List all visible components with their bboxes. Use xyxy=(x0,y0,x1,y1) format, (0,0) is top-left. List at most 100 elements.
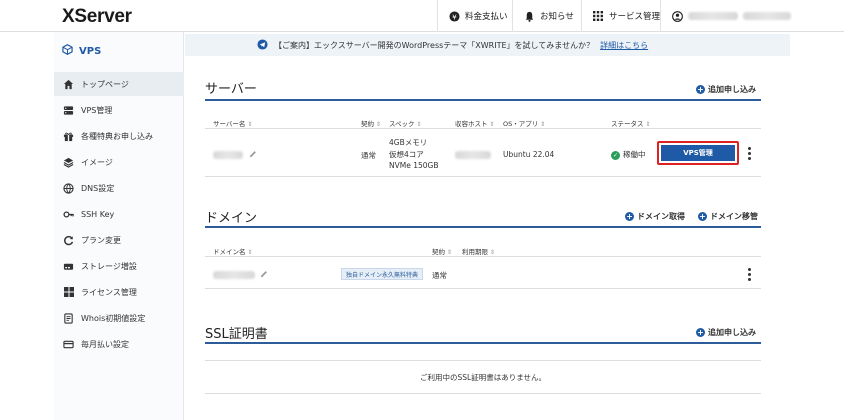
domain-section-title: ドメイン xyxy=(205,211,258,226)
grid-icon xyxy=(592,10,604,22)
ssl-add-label: 追加申し込み xyxy=(708,328,756,337)
vps-cube-icon xyxy=(62,44,73,58)
sidebar-item-label: トップページ xyxy=(81,79,129,89)
edit-pencil-icon[interactable] xyxy=(249,150,257,158)
ssl-row-divider xyxy=(205,393,761,394)
server-more-menu-icon[interactable] xyxy=(747,147,751,160)
domain-acquire-link[interactable]: + ドメイン取得 xyxy=(625,211,685,222)
top-header: XServer ¥ 料金支払い お知らせ サービス管理 xyxy=(0,0,844,32)
sidebar-item-label: VPS管理 xyxy=(81,105,113,115)
sidebar-item-benefits[interactable]: 各種特典お申し込み xyxy=(54,124,184,148)
windows-icon xyxy=(63,287,74,298)
server-add-label: 追加申し込み xyxy=(708,85,756,94)
sidebar-item-label: DNS設定 xyxy=(81,183,115,193)
sidebar-item-label: Whois初期値設定 xyxy=(81,313,146,323)
check-circle-icon: ✓ xyxy=(611,150,620,160)
service-management-link[interactable]: サービス管理 xyxy=(581,0,670,32)
sidebar-item-dns[interactable]: DNS設定 xyxy=(54,176,184,200)
globe-icon xyxy=(63,182,74,194)
domain-more-menu-icon[interactable] xyxy=(747,268,751,281)
status-label: 稼働中 xyxy=(623,150,646,159)
sidebar-item-image[interactable]: イメージ xyxy=(54,150,184,174)
spec-disk: NVMe 150GB xyxy=(389,161,439,170)
spec-cpu: 仮想4コア xyxy=(389,150,424,159)
spec-memory: 4GBメモリ xyxy=(389,138,428,147)
server-section-title: サーバー xyxy=(205,82,257,97)
sidebar-item-label: 毎月払い設定 xyxy=(81,339,129,349)
domain-transfer-label: ドメイン移管 xyxy=(710,212,758,221)
free-domain-badge: 独自ドメイン永久無料特典 xyxy=(341,268,424,280)
sidebar-item-label: ライセンス管理 xyxy=(81,287,137,297)
th-status[interactable]: ステータス xyxy=(611,118,650,128)
bell-icon xyxy=(523,10,535,22)
announcement-detail-link[interactable]: 詳細はこちら xyxy=(600,40,648,51)
th-host[interactable]: 収容ホスト xyxy=(455,118,494,128)
sidebar-item-label: ストレージ増設 xyxy=(81,261,137,271)
server-add-link[interactable]: + 追加申し込み xyxy=(696,84,756,95)
server-header-divider xyxy=(205,128,761,129)
service-management-label: サービス管理 xyxy=(609,12,661,22)
card-icon xyxy=(63,339,74,350)
domain-row-divider xyxy=(205,288,761,289)
sidebar-item-top-page[interactable]: トップページ xyxy=(54,72,184,96)
vps-management-button[interactable]: VPS管理 xyxy=(657,141,739,165)
server-icon xyxy=(63,105,74,116)
domain-section-divider xyxy=(205,226,761,228)
sidebar-item-whois[interactable]: Whois初期値設定 xyxy=(54,306,184,330)
ssl-section-title: SSL証明書 xyxy=(205,327,268,342)
th-expiry[interactable]: 利用期限 xyxy=(462,246,495,256)
domain-contract: 通常 xyxy=(432,271,447,280)
server-section-divider xyxy=(205,99,761,101)
server-name-redacted xyxy=(213,151,243,159)
th-server-name[interactable]: サーバー名 xyxy=(213,118,252,128)
ssl-section-divider xyxy=(205,342,761,344)
storage-icon xyxy=(63,261,74,272)
gift-icon xyxy=(63,131,74,142)
sidebar: VPS トップページ VPS管理 各種特典お申し込み イメージ DNS設定 SS… xyxy=(54,32,184,420)
plus-circle-icon: + xyxy=(696,85,705,94)
announcement-text: 【ご案内】エックスサーバー開発のWordPressテーマ「XWRITE」を試して… xyxy=(274,40,595,50)
ssl-add-link[interactable]: + 追加申し込み xyxy=(696,327,756,338)
sidebar-item-license[interactable]: ライセンス管理 xyxy=(54,280,184,304)
domain-header-divider xyxy=(205,256,761,257)
sidebar-item-monthly-payment[interactable]: 毎月払い設定 xyxy=(54,332,184,356)
sidebar-item-label: 各種特典お申し込み xyxy=(81,131,153,141)
th-os[interactable]: OS・アプリ xyxy=(503,118,545,128)
payment-link[interactable]: ¥ 料金支払い xyxy=(437,0,518,32)
xserver-logo[interactable]: XServer xyxy=(62,6,132,28)
account-name-redacted xyxy=(688,12,738,20)
th-domain-contract[interactable]: 契約 xyxy=(432,246,452,256)
sidebar-title-label: VPS xyxy=(79,45,102,57)
host-redacted xyxy=(455,151,491,159)
key-icon xyxy=(63,209,74,220)
notice-link[interactable]: お知らせ xyxy=(512,0,584,32)
payment-label: 料金支払い xyxy=(465,12,508,22)
server-status: ✓ 稼働中 xyxy=(611,149,646,160)
sidebar-item-label: SSH Key xyxy=(81,209,115,219)
sidebar-item-storage[interactable]: ストレージ増設 xyxy=(54,254,184,278)
plus-circle-icon: + xyxy=(625,212,634,221)
th-domain-name[interactable]: ドメイン名 xyxy=(213,246,252,256)
user-icon xyxy=(671,10,683,22)
sidebar-title: VPS xyxy=(62,44,101,58)
edit-pencil-icon[interactable] xyxy=(260,270,268,278)
account-menu[interactable] xyxy=(660,0,844,32)
layers-icon xyxy=(63,157,74,168)
announcement-bar: 【ご案内】エックスサーバー開発のWordPressテーマ「XWRITE」を試して… xyxy=(185,34,790,56)
th-spec[interactable]: スペック xyxy=(389,118,421,128)
th-contract[interactable]: 契約 xyxy=(361,118,381,128)
server-row-divider xyxy=(205,176,761,177)
document-icon xyxy=(63,312,74,324)
sidebar-item-ssh-key[interactable]: SSH Key xyxy=(54,202,184,226)
vps-management-button-label: VPS管理 xyxy=(661,145,735,161)
svg-text:¥: ¥ xyxy=(452,12,457,21)
notice-label: お知らせ xyxy=(540,12,574,22)
domain-transfer-link[interactable]: + ドメイン移管 xyxy=(698,211,758,222)
sidebar-item-plan-change[interactable]: プラン変更 xyxy=(54,228,184,252)
server-contract: 通常 xyxy=(361,151,376,160)
server-os: Ubuntu 22.04 xyxy=(503,150,555,159)
sidebar-item-label: プラン変更 xyxy=(81,235,121,245)
sidebar-item-vps-management[interactable]: VPS管理 xyxy=(54,98,184,122)
telegram-icon xyxy=(257,38,268,52)
domain-name-redacted xyxy=(213,271,255,279)
